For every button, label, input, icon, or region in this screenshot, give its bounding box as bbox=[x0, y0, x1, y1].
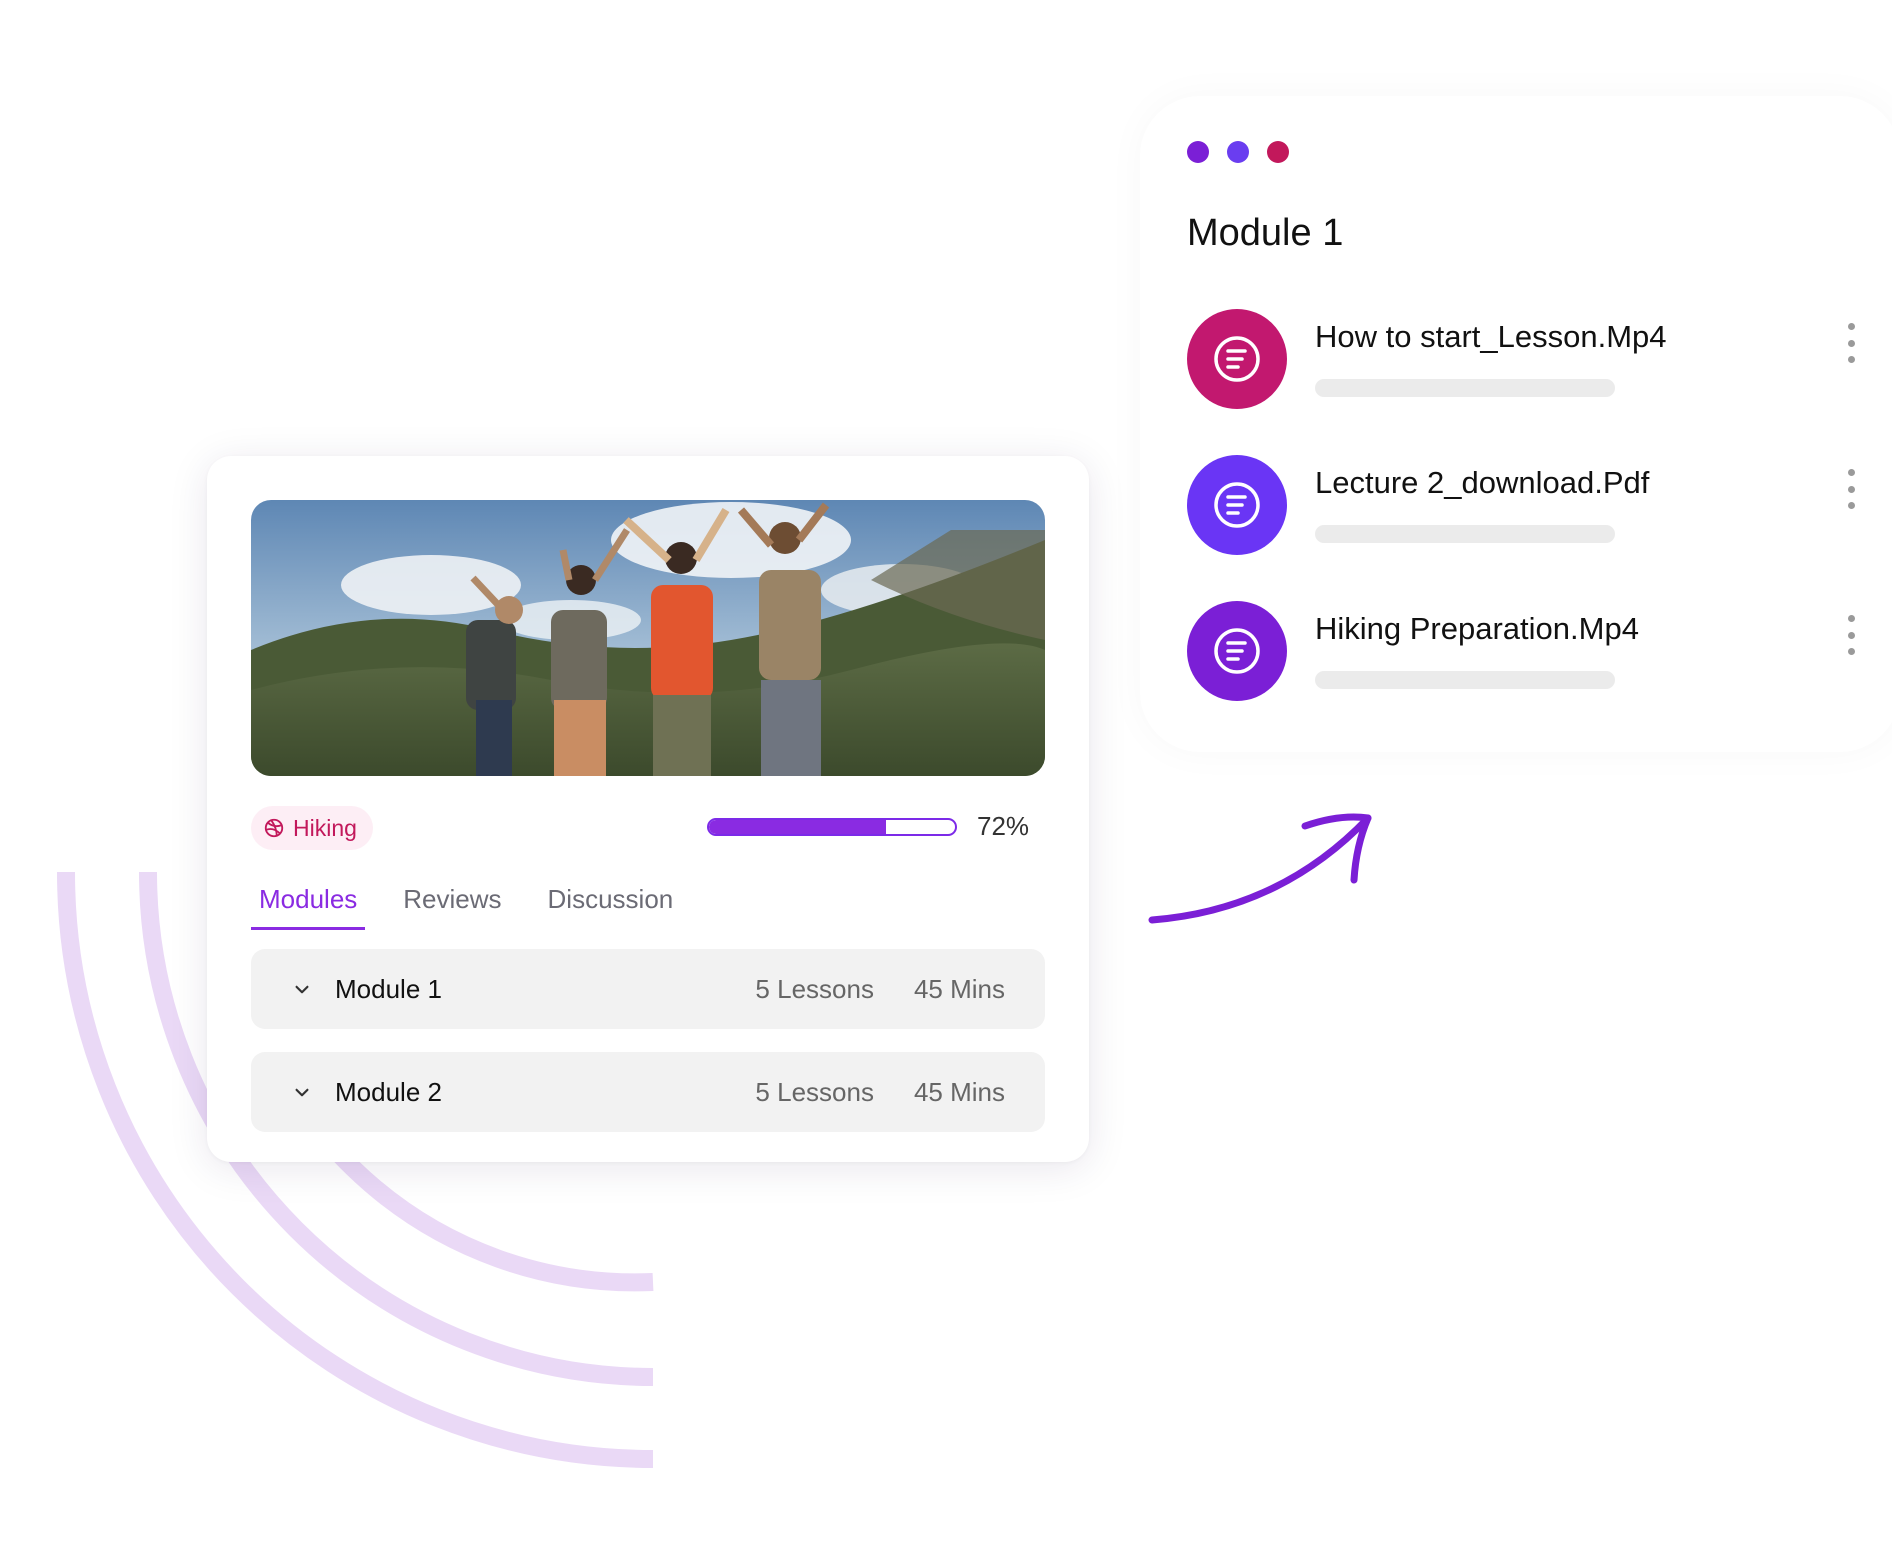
lesson-placeholder-bar bbox=[1315, 671, 1615, 689]
dribbble-ball-icon bbox=[264, 818, 284, 838]
lesson-item[interactable]: Hiking Preparation.Mp4 bbox=[1187, 601, 1867, 701]
module-duration: 45 Mins bbox=[913, 1076, 1005, 1107]
course-progress-label: 72% bbox=[977, 811, 1030, 841]
category-tag[interactable]: Hiking bbox=[251, 806, 373, 850]
tab-reviews[interactable]: Reviews bbox=[395, 876, 509, 930]
more-options-icon[interactable] bbox=[1839, 323, 1863, 363]
tab-discussion[interactable]: Discussion bbox=[540, 876, 682, 930]
module-lessons-count: 5 Lessons bbox=[755, 1076, 874, 1107]
lesson-name: How to start_Lesson.Mp4 bbox=[1315, 319, 1667, 354]
course-card: Hiking 72% Modules Reviews Discussion Mo… bbox=[207, 456, 1089, 1162]
stage: Hiking 72% Modules Reviews Discussion Mo… bbox=[0, 0, 1892, 1555]
module-panel: Module 1 How to start_Lesson.Mp4 Lecture… bbox=[1140, 96, 1892, 752]
panel-title: Module 1 bbox=[1187, 212, 1344, 254]
module-name: Module 2 bbox=[335, 1076, 442, 1107]
module-name: Module 1 bbox=[335, 973, 442, 1004]
chevron-down-icon bbox=[295, 1088, 309, 1097]
curved-arrow bbox=[1148, 813, 1372, 924]
tab-modules[interactable]: Modules bbox=[251, 876, 366, 930]
course-progress-fill bbox=[709, 820, 887, 834]
course-tabs: Modules Reviews Discussion bbox=[251, 876, 711, 930]
lesson-name: Lecture 2_download.Pdf bbox=[1315, 465, 1650, 500]
module-row-1[interactable]: Module 1 5 Lessons 45 Mins bbox=[251, 949, 1045, 1029]
window-dot bbox=[1267, 141, 1289, 163]
module-row-2[interactable]: Module 2 5 Lessons 45 Mins bbox=[251, 1052, 1045, 1132]
module-lessons-count: 5 Lessons bbox=[755, 973, 874, 1004]
module-duration: 45 Mins bbox=[913, 973, 1005, 1004]
more-options-icon[interactable] bbox=[1839, 469, 1863, 509]
lesson-placeholder-bar bbox=[1315, 525, 1615, 543]
lesson-item[interactable]: Lecture 2_download.Pdf bbox=[1187, 455, 1867, 555]
chevron-down-icon bbox=[295, 985, 309, 994]
window-dot bbox=[1187, 141, 1209, 163]
document-icon bbox=[1187, 455, 1287, 555]
window-dots bbox=[1187, 141, 1289, 163]
window-dot bbox=[1227, 141, 1249, 163]
document-icon bbox=[1187, 309, 1287, 409]
document-icon bbox=[1187, 601, 1287, 701]
lesson-name: Hiking Preparation.Mp4 bbox=[1315, 611, 1639, 646]
lesson-placeholder-bar bbox=[1315, 379, 1615, 397]
course-progress-bar bbox=[707, 818, 957, 836]
category-tag-label: Hiking bbox=[293, 814, 357, 841]
course-cover-image bbox=[251, 500, 1045, 776]
lesson-item[interactable]: How to start_Lesson.Mp4 bbox=[1187, 309, 1867, 409]
more-options-icon[interactable] bbox=[1839, 615, 1863, 655]
